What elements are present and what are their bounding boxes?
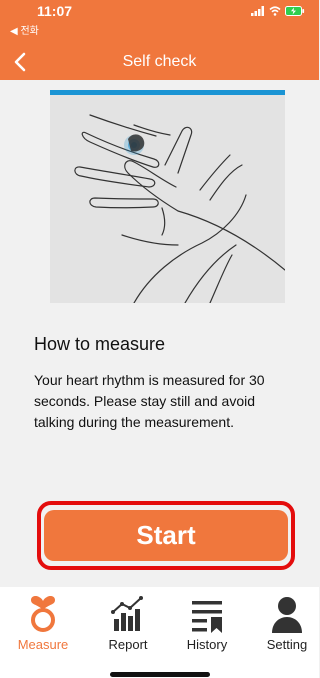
tab-measure[interactable]: Measure [8,595,78,652]
header-bar: Self check [0,44,319,80]
tab-report[interactable]: Report [93,595,163,652]
tab-report-label: Report [108,637,148,652]
list-bookmark-icon [192,601,222,633]
back-to-app-link[interactable]: ◀ 전화 [10,22,39,37]
status-bar: 11:07 ◀ 전화 [0,0,319,44]
wifi-icon [269,6,281,16]
signal-icon [251,6,264,16]
bottom-tab-bar: Measure Report History Setting [0,587,319,678]
person-icon [272,597,302,633]
section-heading: How to measure [34,334,166,354]
tab-setting[interactable]: Setting [252,595,320,652]
heart-ring-icon [31,596,55,632]
tab-history-label: History [186,637,228,652]
finger-on-sensor-illustration [50,90,285,303]
home-indicator[interactable] [110,672,210,677]
instructions-text: Your heart rhythm is measured for 30 sec… [34,372,265,430]
status-icons [251,6,305,16]
battery-charging-icon [285,6,305,16]
tab-setting-label: Setting [266,637,308,652]
start-button[interactable]: Start [44,510,288,561]
status-time: 11:07 [37,3,73,19]
tab-measure-label: Measure [17,637,69,652]
bar-chart-icon [111,596,143,631]
tab-history[interactable]: History [172,595,242,652]
page-title: Self check [122,53,197,70]
